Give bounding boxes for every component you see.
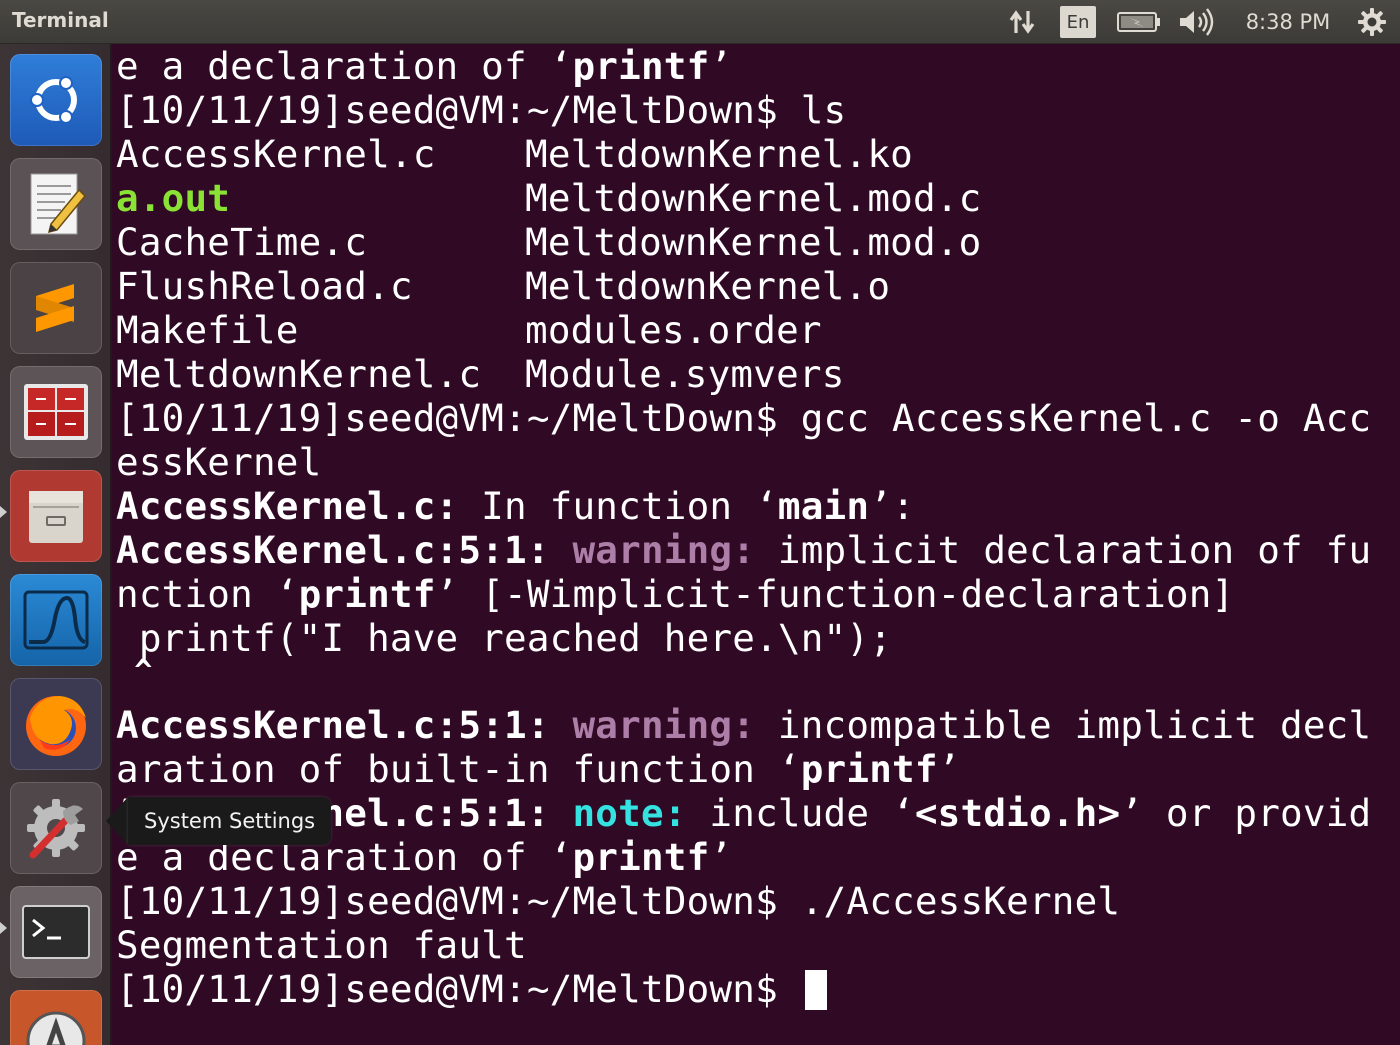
network-icon[interactable] (1004, 0, 1040, 44)
terminal-line: Segmentation fault (116, 923, 527, 967)
terminal-line: essKernel (116, 440, 322, 484)
shell-command: ./AccessKernel (800, 879, 1121, 923)
terminal-prompt-line: [10/11/19]seed@VM:~/MeltDown$ ./AccessKe… (116, 879, 1120, 923)
running-indicator (0, 922, 7, 934)
compiler-warning: AccessKernel.c:5:1: warning: incompatibl… (116, 703, 1372, 747)
text-editor-icon[interactable] (10, 158, 102, 250)
terminal-output[interactable]: e a declaration of ‘printf’ [10/11/19]se… (114, 44, 1400, 1045)
clock[interactable]: 8:38 PM (1236, 0, 1340, 44)
terminal-line: e a declaration of ‘printf’ (116, 44, 733, 88)
launcher (0, 44, 112, 1045)
shell-prompt: [10/11/19]seed@VM:~/MeltDown$ (116, 879, 801, 923)
ls-row: a.out MeltdownKernel.mod.c (116, 176, 982, 220)
shell-prompt: [10/11/19]seed@VM:~/MeltDown$ (116, 967, 801, 1011)
sublime-text-icon[interactable] (10, 262, 102, 354)
terminal-prompt-line: [10/11/19]seed@VM:~/MeltDown$ gcc Access… (116, 396, 1371, 440)
language-label: En (1060, 6, 1096, 38)
shell-prompt: [10/11/19]seed@VM:~/MeltDown$ (116, 88, 801, 132)
running-indicator (0, 506, 7, 518)
ls-row: AccessKernel.c MeltdownKernel.ko (116, 132, 914, 176)
ls-row: CacheTime.c MeltdownKernel.mod.o (116, 220, 982, 264)
caret-marker: ^ (116, 654, 153, 689)
system-settings-icon[interactable] (10, 782, 102, 874)
terminal-line: nction ‘printf’ [-Wimplicit-function-dec… (116, 572, 1235, 616)
battery-icon[interactable] (1114, 0, 1164, 44)
tooltip-arrow (106, 797, 128, 845)
compiler-warning: AccessKernel.c:5:1: warning: implicit de… (116, 528, 1372, 572)
wireshark-icon[interactable] (10, 574, 102, 666)
tooltip-label: System Settings (128, 797, 332, 845)
ubuntu-dash-icon[interactable] (10, 54, 102, 146)
text-cursor[interactable] (804, 970, 827, 1010)
terminal-prompt-line: [10/11/19]seed@VM:~/MeltDown$ ls (116, 88, 846, 132)
terminal-icon[interactable] (10, 886, 102, 978)
top-panel: Terminal En 8:38 PM (0, 0, 1400, 44)
shell-prompt: [10/11/19]seed@VM:~/MeltDown$ (116, 396, 801, 440)
terminal-line: aration of built-in function ‘printf’ (116, 747, 961, 791)
calculator-app-icon[interactable] (10, 366, 102, 458)
shell-command: gcc AccessKernel.c -o Acc (800, 396, 1372, 440)
shell-command: ls (800, 88, 847, 132)
compiler-message: AccessKernel.c: In function ‘main’: (116, 484, 915, 528)
terminal-prompt-line: [10/11/19]seed@VM:~/MeltDown$ (116, 967, 827, 1011)
software-updater-icon[interactable] (10, 990, 102, 1045)
ls-row: MeltdownKernel.c Module.symvers (116, 352, 845, 396)
volume-icon[interactable] (1176, 0, 1218, 44)
firefox-icon[interactable] (10, 678, 102, 770)
source-line: printf("I have reached here.\n"); (116, 616, 893, 660)
ls-row: FlushReload.c MeltdownKernel.o (116, 264, 891, 308)
app-title: Terminal (12, 8, 109, 32)
ls-row: Makefile modules.order (116, 308, 822, 352)
keyboard-language-indicator[interactable]: En (1059, 0, 1097, 44)
file-manager-icon[interactable] (10, 470, 102, 562)
settings-gear-icon[interactable] (1352, 0, 1392, 44)
